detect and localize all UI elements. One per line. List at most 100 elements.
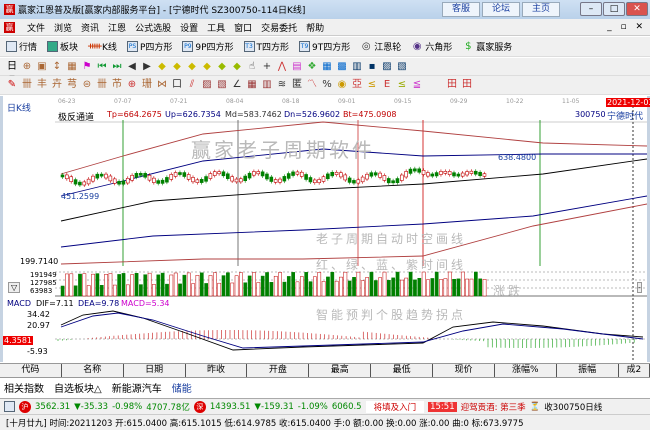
- wave-tool[interactable]: ≋: [276, 79, 288, 91]
- print-icon[interactable]: ▧: [396, 61, 408, 73]
- coin-icon[interactable]: ◉: [336, 79, 348, 91]
- chart-tool-2[interactable]: 〽: [306, 79, 318, 91]
- col-volume[interactable]: 成2: [619, 364, 650, 377]
- diamond-icon-3[interactable]: ◆: [186, 61, 198, 73]
- t-square-button[interactable]: T3 T四方形: [243, 40, 289, 53]
- save-icon[interactable]: ▪: [366, 61, 378, 73]
- fan-tool-1[interactable]: 口: [171, 79, 183, 91]
- tab-energy-storage[interactable]: 储能: [172, 380, 192, 395]
- col-code[interactable]: 代码: [0, 364, 62, 377]
- grid-tool-2[interactable]: ▦: [246, 79, 258, 91]
- col-amplitude[interactable]: 振幅: [557, 364, 619, 377]
- layout-icon-1[interactable]: 田: [446, 79, 458, 91]
- fan-tool-2[interactable]: ⫽: [186, 79, 198, 91]
- col-open[interactable]: 开盘: [247, 364, 310, 377]
- quotes-button[interactable]: 行情: [6, 40, 37, 53]
- diamond-icon-4[interactable]: ◆: [201, 61, 213, 73]
- pen-icon[interactable]: ✎: [6, 79, 18, 91]
- line-tool-8[interactable]: ⋈: [156, 79, 168, 91]
- line-tool-6[interactable]: 芇: [111, 79, 123, 91]
- menu-news[interactable]: 资讯: [81, 21, 99, 34]
- line-tool-5[interactable]: 卌: [96, 79, 108, 91]
- chart-tool-1[interactable]: 匿: [291, 79, 303, 91]
- p-square-button[interactable]: PS P四方形: [126, 40, 172, 53]
- line-tool-7[interactable]: 珊: [141, 79, 153, 91]
- menu-help[interactable]: 帮助: [306, 21, 324, 34]
- last-icon[interactable]: ⏭: [111, 61, 123, 73]
- grid-tool-icon[interactable]: ▤: [291, 61, 303, 73]
- zoom-in-icon[interactable]: ⊕: [21, 61, 33, 73]
- menu-browse[interactable]: 浏览: [54, 21, 72, 34]
- 9t-square-button[interactable]: T9 9T四方形: [299, 40, 350, 53]
- tab-watchlist[interactable]: 自选板块△: [54, 380, 102, 395]
- home-button[interactable]: 主页: [522, 2, 560, 17]
- gann-wheel-button[interactable]: ◎ 江恩轮: [360, 40, 401, 54]
- mdi-controls[interactable]: _ ▫ ✕: [607, 22, 646, 32]
- chart-tool-4[interactable]: ≤: [366, 79, 378, 91]
- winner-service-button[interactable]: $ 赢家服务: [462, 40, 512, 54]
- line-tool-2[interactable]: 丰: [36, 79, 48, 91]
- menu-trade[interactable]: 交易委托: [261, 21, 297, 34]
- percent-icon[interactable]: %: [321, 79, 333, 91]
- left-icon[interactable]: ◀: [126, 61, 138, 73]
- forum-button[interactable]: 论坛: [482, 2, 520, 17]
- chart-tool-3[interactable]: 亞: [351, 79, 363, 91]
- menu-file[interactable]: 文件: [27, 21, 45, 34]
- fan-tool-3[interactable]: ▨: [201, 79, 213, 91]
- layout-icon-2[interactable]: 田: [461, 79, 473, 91]
- col-prev-close[interactable]: 昨收: [186, 364, 248, 377]
- crosshair-icon[interactable]: +: [261, 61, 273, 73]
- menu-gann[interactable]: 江恩: [108, 21, 126, 34]
- menu-settings[interactable]: 设置: [180, 21, 198, 34]
- first-icon[interactable]: ⏮: [96, 61, 108, 73]
- volume-collapse-button[interactable]: ▽: [8, 282, 21, 293]
- line-tool-3[interactable]: 卉: [51, 79, 63, 91]
- col-date[interactable]: 日期: [124, 364, 186, 377]
- menu-formula[interactable]: 公式选股: [135, 21, 171, 34]
- grid-tool-3[interactable]: ▥: [261, 79, 273, 91]
- diamond-icon-6[interactable]: ◆: [231, 61, 243, 73]
- book-icon[interactable]: ▥: [351, 61, 363, 73]
- menu-window[interactable]: 窗口: [234, 21, 252, 34]
- chart-tool-5[interactable]: E: [381, 79, 393, 91]
- users-icon[interactable]: ▨: [381, 61, 393, 73]
- scroll-handle[interactable]: -: [637, 282, 642, 293]
- 9p-square-button[interactable]: P9 9P四方形: [182, 40, 234, 53]
- network-icon[interactable]: ❖: [306, 61, 318, 73]
- menu-tools[interactable]: 工具: [207, 21, 225, 34]
- target-icon[interactable]: ⊕: [126, 79, 138, 91]
- col-price[interactable]: 现价: [433, 364, 495, 377]
- diamond-icon-5[interactable]: ◆: [216, 61, 228, 73]
- minimize-button[interactable]: –: [580, 2, 602, 16]
- news-link[interactable]: 将填及入门: [365, 400, 425, 413]
- doc-icon[interactable]: ▣: [36, 61, 48, 73]
- pattern-icon[interactable]: ▦: [66, 61, 78, 73]
- line-tool-1[interactable]: 卌: [21, 79, 33, 91]
- hexagon-button[interactable]: ◉ 六角形: [411, 40, 452, 54]
- news-ticker[interactable]: 迎驾贡酒: 第三季: [461, 401, 526, 413]
- fan-tool-4[interactable]: ▧: [216, 79, 228, 91]
- sh-index[interactable]: 3562.31: [35, 402, 70, 412]
- diamond-icon-1[interactable]: ◆: [156, 61, 168, 73]
- flag-icon[interactable]: ⚑: [81, 61, 93, 73]
- calculator-icon[interactable]: [4, 401, 15, 412]
- col-low[interactable]: 最低: [371, 364, 434, 377]
- chart-tool-6[interactable]: ≤: [396, 79, 408, 91]
- tab-nev[interactable]: 新能源汽车: [112, 380, 162, 395]
- line-tool-4[interactable]: 芎: [66, 79, 78, 91]
- sector-button[interactable]: 板块: [47, 40, 78, 53]
- kline-button[interactable]: ᚔ K线: [88, 40, 117, 54]
- angle-tool[interactable]: ∠: [231, 79, 243, 91]
- updown-icon[interactable]: ↕: [51, 61, 63, 73]
- calc-icon[interactable]: ▩: [336, 61, 348, 73]
- maximize-button[interactable]: □: [603, 2, 625, 16]
- hand-icon[interactable]: ☝: [246, 61, 258, 73]
- right-icon[interactable]: ▶: [141, 61, 153, 73]
- diamond-icon-2[interactable]: ◆: [171, 61, 183, 73]
- col-change-pct[interactable]: 涨幅%: [495, 364, 557, 377]
- kefu-button[interactable]: 客服: [442, 2, 480, 17]
- chart-tool-7[interactable]: ≦: [411, 79, 423, 91]
- period-dropdown[interactable]: 日▾: [6, 61, 18, 84]
- close-button[interactable]: ✕: [626, 2, 648, 16]
- calendar-icon[interactable]: ▦: [321, 61, 333, 73]
